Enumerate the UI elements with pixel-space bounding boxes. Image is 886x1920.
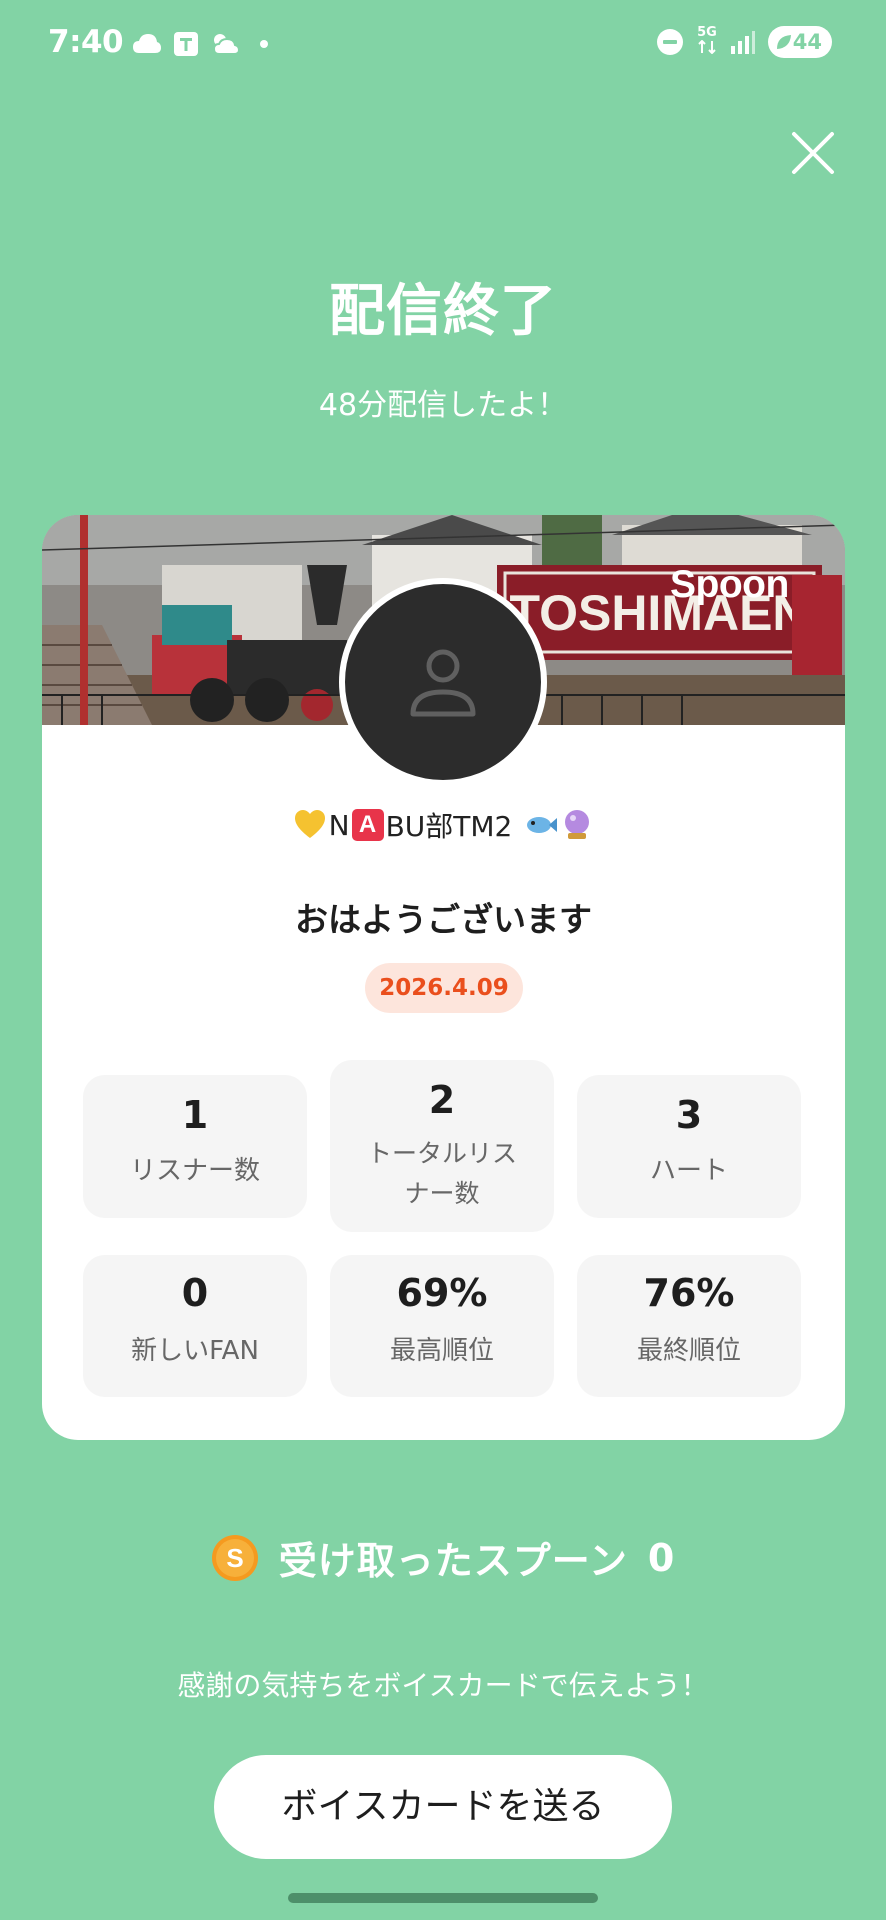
stat-value: 0 bbox=[181, 1271, 209, 1315]
data-arrows-icon bbox=[698, 39, 716, 54]
battery-saver-icon bbox=[777, 35, 791, 49]
send-voice-card-button[interactable]: ボイスカードを送る bbox=[214, 1755, 672, 1859]
a-button-icon: A bbox=[351, 809, 384, 841]
stat-label: リスナー数 bbox=[129, 1156, 260, 1186]
stat-value: 69% bbox=[396, 1271, 488, 1315]
stat-value: 2 bbox=[428, 1078, 456, 1122]
spoon-received-count: 0 bbox=[647, 1535, 676, 1580]
spoon-received: S 受け取ったスプーン 0 bbox=[0, 1530, 886, 1585]
stat-label: 最高順位 bbox=[389, 1336, 494, 1366]
page-title: 配信終了 bbox=[329, 279, 557, 344]
cloud-icon bbox=[133, 34, 161, 53]
stat-total-listeners: 2 トータルリスナー数 bbox=[330, 1060, 554, 1232]
username-prefix: N bbox=[328, 808, 350, 842]
stat-listeners: 1 リスナー数 bbox=[83, 1075, 307, 1218]
stat-label: ハート bbox=[649, 1156, 728, 1186]
username: N A BU部TM2 bbox=[42, 805, 845, 845]
battery-level: 44 bbox=[792, 30, 822, 54]
thanks-message: 感謝の気持ちをボイスカードで伝えよう！ bbox=[177, 1669, 709, 1702]
system-icons: 5G 44 bbox=[656, 26, 832, 58]
username-suffix: BU部TM2 bbox=[385, 810, 513, 843]
stat-label: トータルリスナー数 bbox=[367, 1139, 518, 1208]
stat-label: 新しいFAN bbox=[131, 1336, 259, 1366]
dot-icon bbox=[260, 40, 268, 48]
spoon-logo: Spoon bbox=[670, 563, 789, 606]
battery-indicator: 44 bbox=[768, 26, 832, 58]
fish-icon bbox=[527, 817, 558, 833]
partly-cloudy-icon bbox=[212, 34, 240, 55]
notification-icons bbox=[132, 30, 272, 58]
network-indicator: 5G bbox=[696, 24, 718, 58]
close-button[interactable] bbox=[790, 130, 836, 176]
stat-label: 最終順位 bbox=[636, 1336, 741, 1366]
signal-icon bbox=[731, 31, 755, 54]
person-icon bbox=[410, 649, 476, 717]
home-indicator[interactable] bbox=[288, 1893, 598, 1903]
yellow-heart-icon bbox=[294, 810, 325, 838]
summary-card: TOSHIMAEN Spoon N A BU部TM2 おはようございます 202… bbox=[42, 515, 845, 1440]
stat-value: 76% bbox=[643, 1271, 735, 1315]
do-not-disturb-icon bbox=[657, 29, 683, 55]
spoon-coin-icon: S bbox=[211, 1534, 258, 1581]
stat-new-fans: 0 新しいFAN bbox=[83, 1255, 307, 1397]
broadcast-duration: 48分配信したよ！ bbox=[318, 388, 568, 423]
stat-value: 1 bbox=[181, 1093, 209, 1137]
avatar[interactable] bbox=[339, 578, 547, 786]
stat-final-rank: 76% 最終順位 bbox=[577, 1255, 801, 1397]
stat-hearts: 3 ハート bbox=[577, 1075, 801, 1218]
spoon-received-label: 受け取ったスプーン bbox=[278, 1539, 628, 1583]
stat-value: 3 bbox=[675, 1093, 703, 1137]
status-bar: 7:40 5G 44 bbox=[0, 0, 886, 90]
status-time: 7:40 bbox=[48, 24, 124, 60]
broadcast-title: おはようございます bbox=[295, 900, 592, 939]
close-icon bbox=[792, 132, 834, 174]
svg-text:S: S bbox=[226, 1543, 243, 1573]
crystal-ball-icon bbox=[565, 810, 590, 839]
date-badge: 2026.4.09 bbox=[365, 963, 523, 1013]
t-app-icon bbox=[174, 32, 198, 56]
network-type: 5G bbox=[697, 24, 717, 40]
stat-highest-rank: 69% 最高順位 bbox=[330, 1255, 554, 1397]
